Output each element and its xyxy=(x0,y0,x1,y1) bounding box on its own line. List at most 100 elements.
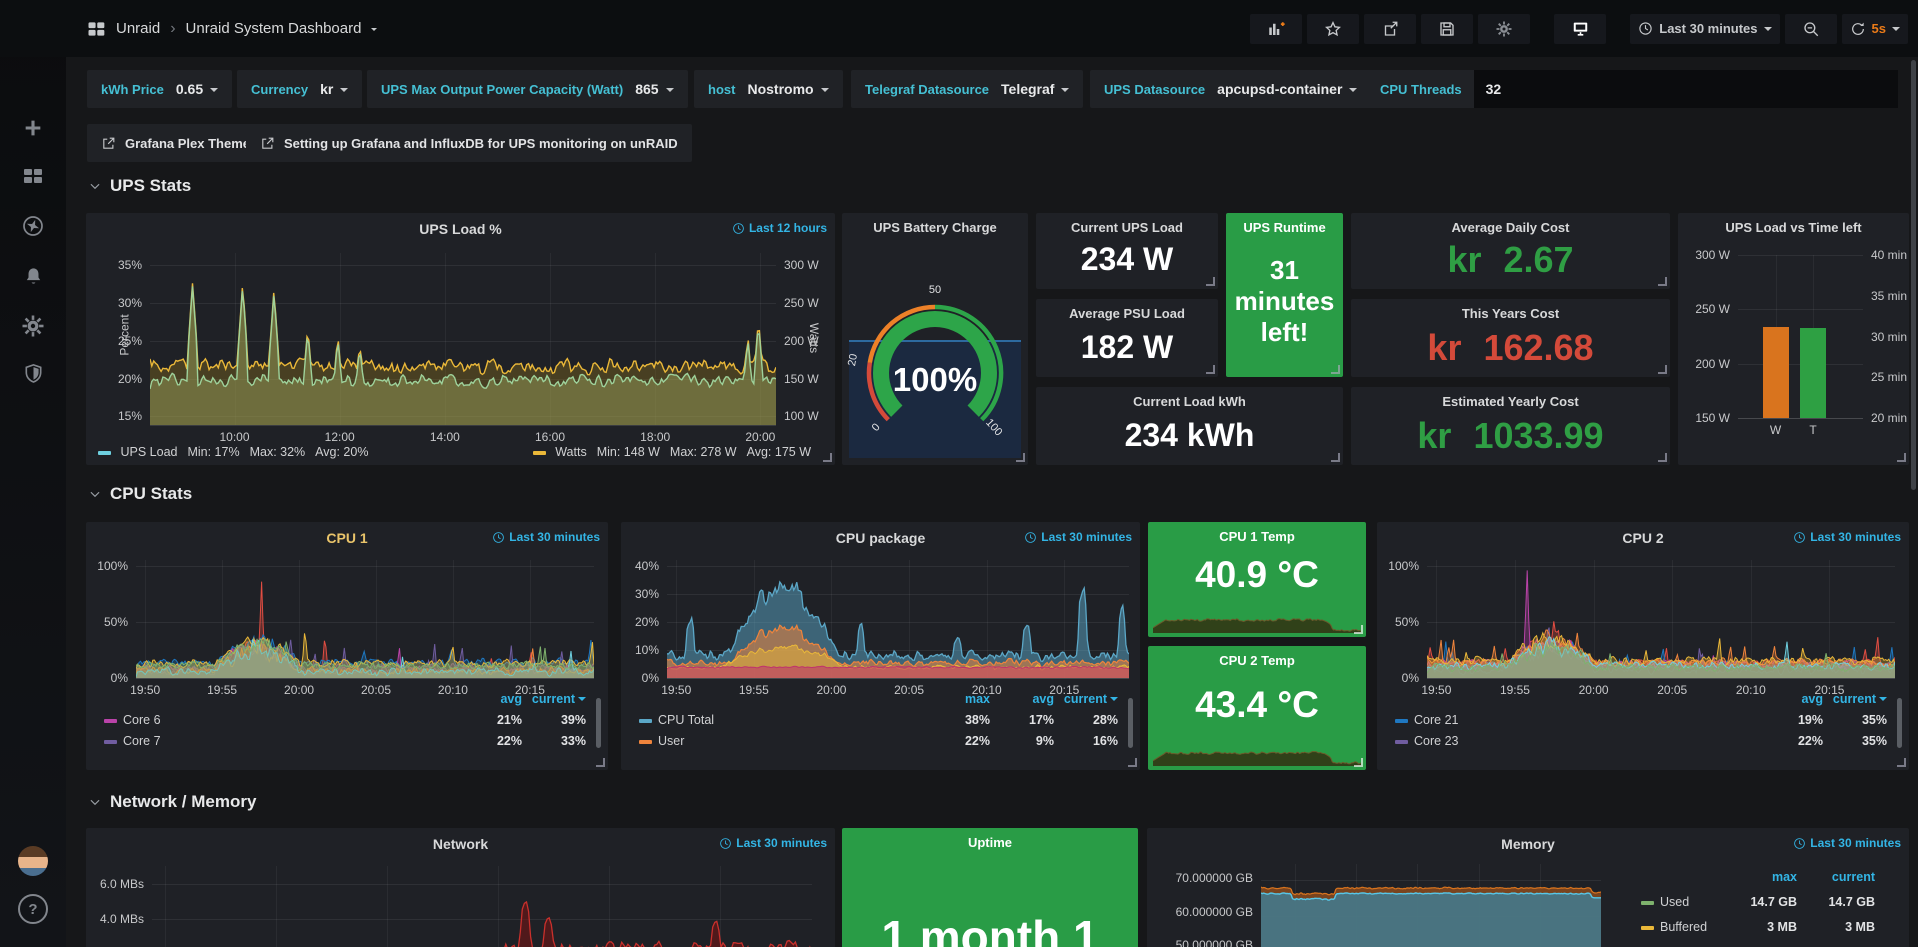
share-dashboard-button[interactable] xyxy=(1364,14,1416,44)
ups-load-chart[interactable] xyxy=(150,253,776,426)
ups-load-vs-time-chart[interactable] xyxy=(1738,255,1863,419)
variable-value[interactable]: Telegraf xyxy=(1001,81,1069,97)
dashboard-link-ups-monitoring[interactable]: Setting up Grafana and InfluxDB for UPS … xyxy=(246,124,692,162)
breadcrumb-root[interactable]: Unraid xyxy=(116,20,160,37)
variable-value[interactable]: 0.65 xyxy=(176,81,218,97)
panel-resize-handle[interactable] xyxy=(1658,365,1667,374)
variable-ups-datasource[interactable]: UPS Datasource apcupsd-container xyxy=(1090,70,1371,108)
legend-column-header[interactable]: avg xyxy=(1759,692,1823,706)
panel-title[interactable]: Current Load kWh xyxy=(1036,394,1343,409)
panel-title[interactable]: UPS Runtime xyxy=(1226,220,1343,235)
panel-resize-handle[interactable] xyxy=(1897,758,1906,767)
legend-column-header[interactable]: max xyxy=(1719,870,1797,884)
network-chart[interactable] xyxy=(152,866,812,947)
legend-item-ups-load[interactable]: UPS LoadMin: 17%Max: 32%Avg: 20% xyxy=(98,445,378,459)
panel-timerange[interactable]: Last 30 minutes xyxy=(1793,836,1901,850)
panel-timerange[interactable]: Last 30 minutes xyxy=(492,530,600,544)
dashboard-title-caret-icon[interactable] xyxy=(371,28,377,34)
cpu1-chart[interactable] xyxy=(136,560,594,679)
legend-column-header[interactable]: current xyxy=(1823,692,1887,706)
zoom-out-time-button[interactable] xyxy=(1785,14,1837,44)
save-dashboard-button[interactable] xyxy=(1421,14,1473,44)
dashboard-title[interactable]: Unraid System Dashboard xyxy=(186,20,362,37)
panel-title[interactable]: Uptime xyxy=(842,835,1138,850)
page-scrollbar[interactable] xyxy=(1911,60,1916,490)
cpu-threads-input[interactable] xyxy=(1474,70,1898,108)
variable-ups-max-output[interactable]: UPS Max Output Power Capacity (Watt) 865 xyxy=(367,70,688,108)
panel-title[interactable]: Estimated Yearly Cost xyxy=(1351,394,1670,409)
variable-value[interactable]: apcupsd-container xyxy=(1217,81,1357,97)
cpu-package-chart[interactable] xyxy=(667,560,1129,679)
sidebar-item-create[interactable] xyxy=(17,112,49,144)
panel-resize-handle[interactable] xyxy=(1658,277,1667,286)
panel-timerange[interactable]: Last 30 minutes xyxy=(719,836,827,850)
panel-resize-handle[interactable] xyxy=(1354,625,1363,634)
legend-series-name[interactable]: User xyxy=(639,734,684,748)
legend-column-header[interactable]: current xyxy=(522,692,586,706)
time-range-picker[interactable]: Last 30 minutes xyxy=(1630,14,1779,44)
variable-telegraf-datasource[interactable]: Telegraf Datasource Telegraf xyxy=(851,70,1083,108)
variable-value[interactable]: kr xyxy=(320,81,348,97)
panel-title[interactable]: This Years Cost xyxy=(1351,306,1670,321)
panel-title[interactable]: Average Daily Cost xyxy=(1351,220,1670,235)
cycle-view-mode-button[interactable] xyxy=(1554,14,1606,44)
panel-resize-handle[interactable] xyxy=(1128,758,1137,767)
user-avatar[interactable] xyxy=(17,845,49,877)
panel-title[interactable]: Current UPS Load xyxy=(1036,220,1218,235)
panel-title[interactable]: UPS Load vs Time left xyxy=(1678,220,1909,235)
legend-column-header[interactable]: max xyxy=(926,692,990,706)
sidebar-item-alerting[interactable] xyxy=(17,260,49,292)
panel-resize-handle[interactable] xyxy=(1331,453,1340,462)
panel-resize-handle[interactable] xyxy=(1658,453,1667,462)
dashboard-link-plex-theme[interactable]: Grafana Plex Theme xyxy=(87,124,264,162)
panel-title[interactable]: Average PSU Load xyxy=(1036,306,1218,321)
section-network-memory[interactable]: Network / Memory xyxy=(88,792,256,812)
legend-column-header[interactable]: current xyxy=(1054,692,1118,706)
panel-timerange[interactable]: Last 30 minutes xyxy=(1793,530,1901,544)
panel-resize-handle[interactable] xyxy=(596,758,605,767)
panel-resize-handle[interactable] xyxy=(1897,453,1906,462)
legend-series-name[interactable]: Used xyxy=(1641,895,1689,909)
panel-title[interactable]: UPS Load % xyxy=(86,221,835,237)
sidebar-item-help[interactable]: ? xyxy=(17,893,49,925)
legend-column-header[interactable]: avg xyxy=(990,692,1054,706)
legend-item-watts[interactable]: WattsMin: 148 WMax: 278 WAvg: 175 W xyxy=(533,445,821,459)
panel-resize-handle[interactable] xyxy=(1206,277,1215,286)
legend-scrollbar[interactable] xyxy=(1897,698,1902,748)
sidebar-item-explore[interactable] xyxy=(17,210,49,242)
panel-title[interactable]: CPU 2 Temp xyxy=(1148,653,1366,668)
memory-chart[interactable] xyxy=(1261,864,1601,947)
legend-column-header[interactable]: current xyxy=(1797,870,1875,884)
dashboard-grid-icon[interactable] xyxy=(86,19,106,39)
legend-series-name[interactable]: Buffered xyxy=(1641,920,1707,934)
sidebar-item-server-admin[interactable] xyxy=(17,357,49,389)
panel-timerange[interactable]: Last 12 hours xyxy=(732,221,827,235)
cpu2-chart[interactable] xyxy=(1427,560,1895,679)
panel-timerange[interactable]: Last 30 minutes xyxy=(1024,530,1132,544)
legend-scrollbar[interactable] xyxy=(596,698,601,748)
section-cpu-stats[interactable]: CPU Stats xyxy=(88,484,192,504)
variable-kwh-price[interactable]: kWh Price 0.65 xyxy=(87,70,232,108)
panel-title[interactable]: CPU 1 Temp xyxy=(1148,529,1366,544)
section-ups-stats[interactable]: UPS Stats xyxy=(88,176,191,196)
panel-resize-handle[interactable] xyxy=(1016,453,1025,462)
legend-series-name[interactable]: Core 21 xyxy=(1395,713,1458,727)
legend-column-header[interactable]: avg xyxy=(458,692,522,706)
sidebar-item-configuration[interactable] xyxy=(17,310,49,342)
variable-currency[interactable]: Currency kr xyxy=(237,70,362,108)
add-panel-button[interactable] xyxy=(1250,14,1302,44)
legend-series-name[interactable]: Core 23 xyxy=(1395,734,1458,748)
refresh-picker[interactable]: 5s xyxy=(1842,14,1908,44)
variable-host[interactable]: host Nostromo xyxy=(694,70,843,108)
dashboard-settings-button[interactable] xyxy=(1478,14,1530,44)
sidebar-item-dashboards[interactable] xyxy=(17,160,49,192)
star-dashboard-button[interactable] xyxy=(1307,14,1359,44)
variable-value[interactable]: 865 xyxy=(635,81,673,97)
panel-resize-handle[interactable] xyxy=(1354,758,1363,767)
legend-scrollbar[interactable] xyxy=(1128,698,1133,748)
panel-resize-handle[interactable] xyxy=(1331,365,1340,374)
battery-gauge[interactable]: 02050100 xyxy=(842,213,1028,465)
legend-series-name[interactable]: CPU Total xyxy=(639,713,714,727)
panel-resize-handle[interactable] xyxy=(1206,365,1215,374)
legend-series-name[interactable]: Core 7 xyxy=(104,734,161,748)
